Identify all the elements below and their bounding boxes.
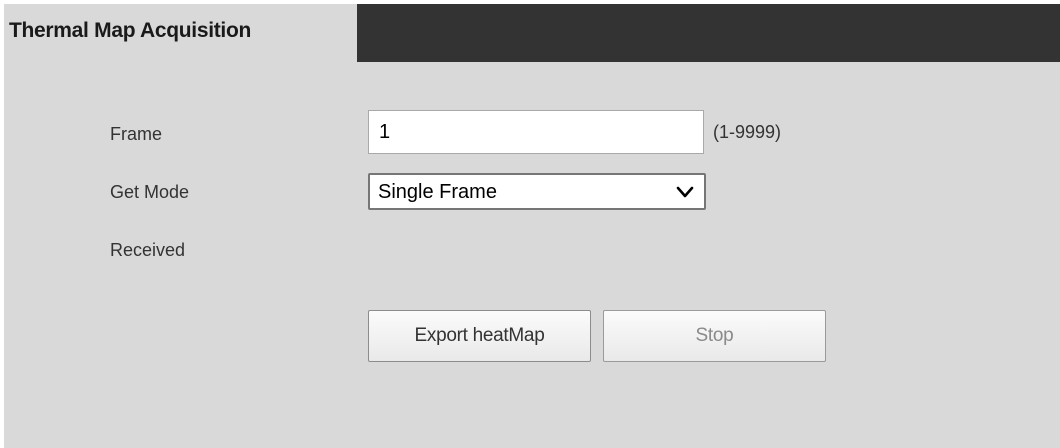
get-mode-select[interactable]: Single Frame: [368, 173, 706, 210]
stop-button[interactable]: Stop: [603, 310, 826, 362]
export-heatmap-button[interactable]: Export heatMap: [368, 310, 591, 362]
frame-label: Frame: [110, 124, 163, 144]
page-title: Thermal Map Acquisition: [9, 19, 252, 42]
frame-range-hint: (1-9999): [713, 122, 782, 142]
title-bar: Thermal Map Acquisition: [4, 4, 1060, 62]
thermal-map-panel: Thermal Map Acquisition Frame (1-9999) G…: [4, 4, 1060, 448]
chevron-down-icon: [676, 186, 694, 198]
get-mode-selected-value: Single Frame: [378, 181, 497, 203]
get-mode-label: Get Mode: [110, 182, 190, 202]
frame-input[interactable]: [368, 110, 704, 154]
title-bar-dark-band: [357, 4, 1060, 62]
received-label: Received: [110, 240, 186, 260]
